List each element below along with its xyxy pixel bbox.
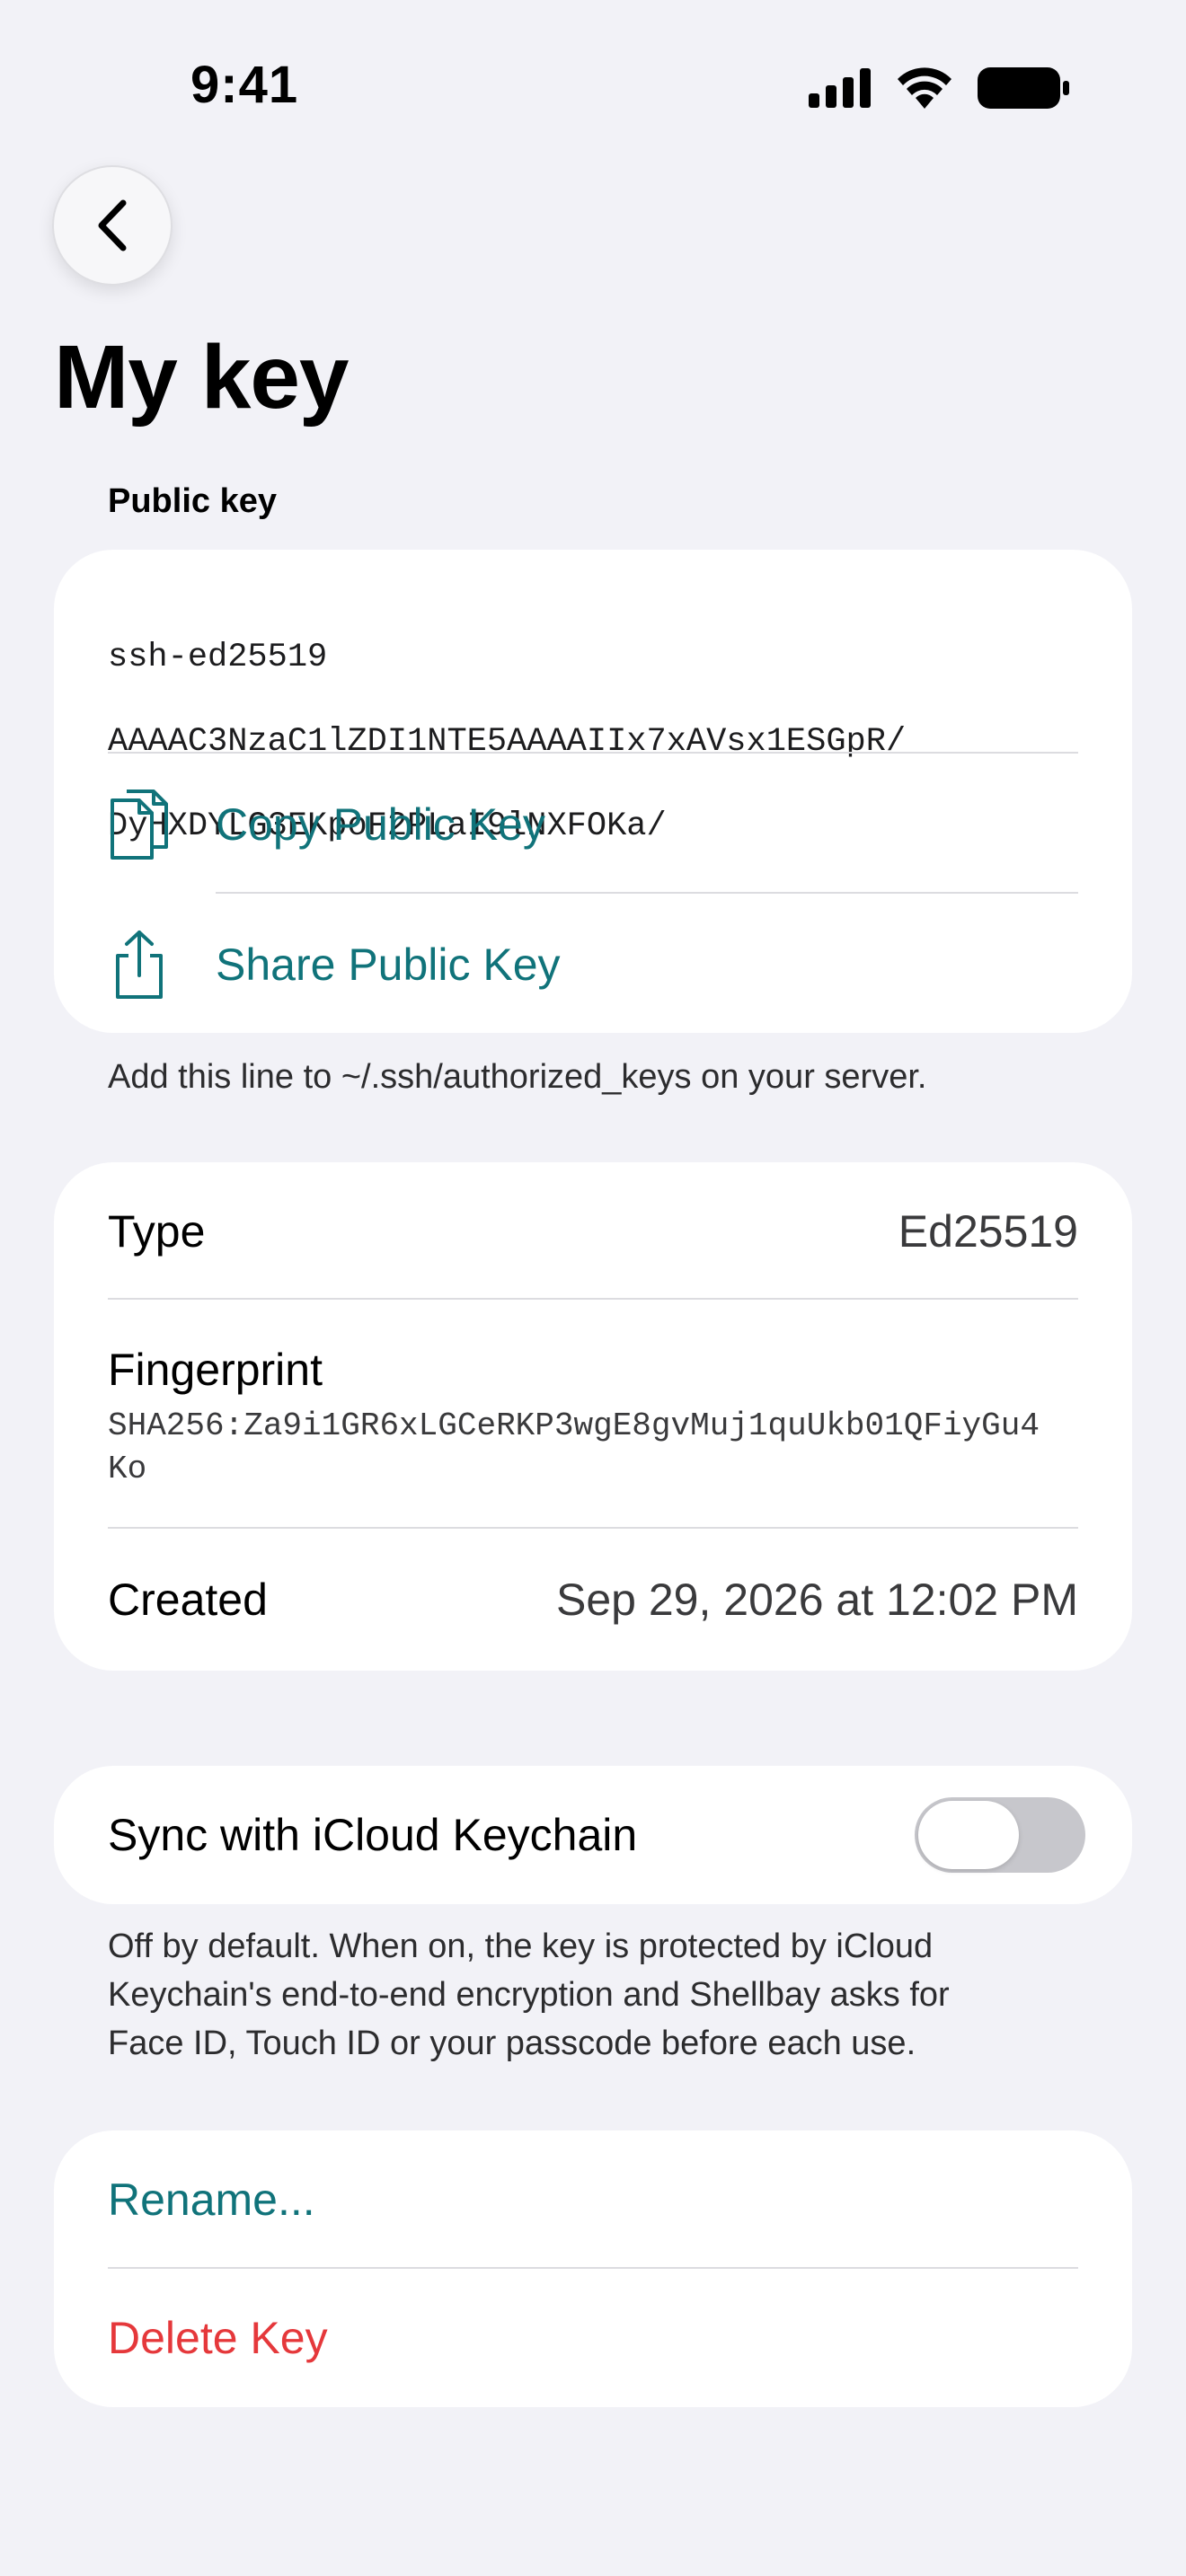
divider — [108, 752, 1078, 754]
fingerprint-line: SHA256:Za9i1GR6xLGCeRKP3wgE8gvMuj1quUkb0… — [108, 1407, 1040, 1444]
footnote-line: Off by default. When on, the key is prot… — [108, 1928, 934, 1965]
copy-document-icon — [111, 790, 168, 860]
public-key-line: ssh-ed25519 — [108, 639, 328, 676]
key-actions-card: Rename... Delete Key — [54, 2130, 1132, 2407]
share-icon — [116, 931, 163, 999]
rename-button[interactable]: Rename... — [108, 2174, 315, 2226]
status-bar-icons — [809, 63, 1069, 113]
footnote-line: Face ID, Touch ID or your passcode befor… — [108, 2025, 916, 2062]
divider — [108, 1527, 1078, 1529]
chevron-left-icon — [98, 199, 127, 251]
icloud-sync-toggle[interactable] — [915, 1797, 1085, 1873]
icloud-sync-label: Sync with iCloud Keychain — [108, 1810, 638, 1860]
fingerprint-label: Fingerprint — [108, 1345, 323, 1395]
public-key-section-header: Public key — [108, 482, 277, 520]
footnote-line: Keychain's end-to-end encryption and She… — [108, 1976, 950, 2014]
fingerprint-line: Ko — [108, 1451, 147, 1487]
public-key-line: AAAAC3NzaC1lZDI1NTE5AAAAIIx7xAVsx1ESGpR/ — [108, 723, 907, 761]
created-value: Sep 29, 2026 at 12:02 PM — [556, 1575, 1078, 1625]
copy-public-key-button[interactable]: Copy Public Key — [108, 771, 1078, 878]
public-key-card: ssh-ed25519 AAAAC3NzaC1lZDI1NTE5AAAAIIx7… — [54, 550, 1132, 1033]
public-key-footnote: Add this line to ~/.ssh/authorized_keys … — [108, 1058, 927, 1096]
page-title: My key — [54, 327, 350, 428]
fingerprint-value: SHA256:Za9i1GR6xLGCeRKP3wgE8gvMuj1quUkb0… — [108, 1405, 1096, 1491]
divider — [108, 1298, 1078, 1300]
type-value: Ed25519 — [898, 1206, 1078, 1257]
battery-icon — [978, 67, 1069, 109]
share-public-key-button[interactable]: Share Public Key — [108, 911, 1078, 1019]
divider — [108, 2267, 1078, 2269]
divider — [216, 892, 1078, 894]
icloud-sync-footnote: Off by default. When on, the key is prot… — [108, 1922, 950, 2068]
back-button[interactable] — [52, 165, 173, 286]
share-public-key-label: Share Public Key — [216, 940, 561, 990]
wifi-icon — [898, 67, 951, 109]
icloud-sync-card: Sync with iCloud Keychain — [54, 1766, 1132, 1904]
key-details-card: Type Ed25519 Fingerprint SHA256:Za9i1GR6… — [54, 1162, 1132, 1671]
cellular-signal-icon — [809, 68, 871, 108]
copy-public-key-label: Copy Public Key — [216, 799, 545, 850]
type-label: Type — [108, 1206, 206, 1257]
toggle-knob — [918, 1801, 1019, 1869]
created-label: Created — [108, 1575, 268, 1625]
status-bar-time: 9:41 — [190, 56, 299, 114]
delete-key-button[interactable]: Delete Key — [108, 2312, 328, 2364]
